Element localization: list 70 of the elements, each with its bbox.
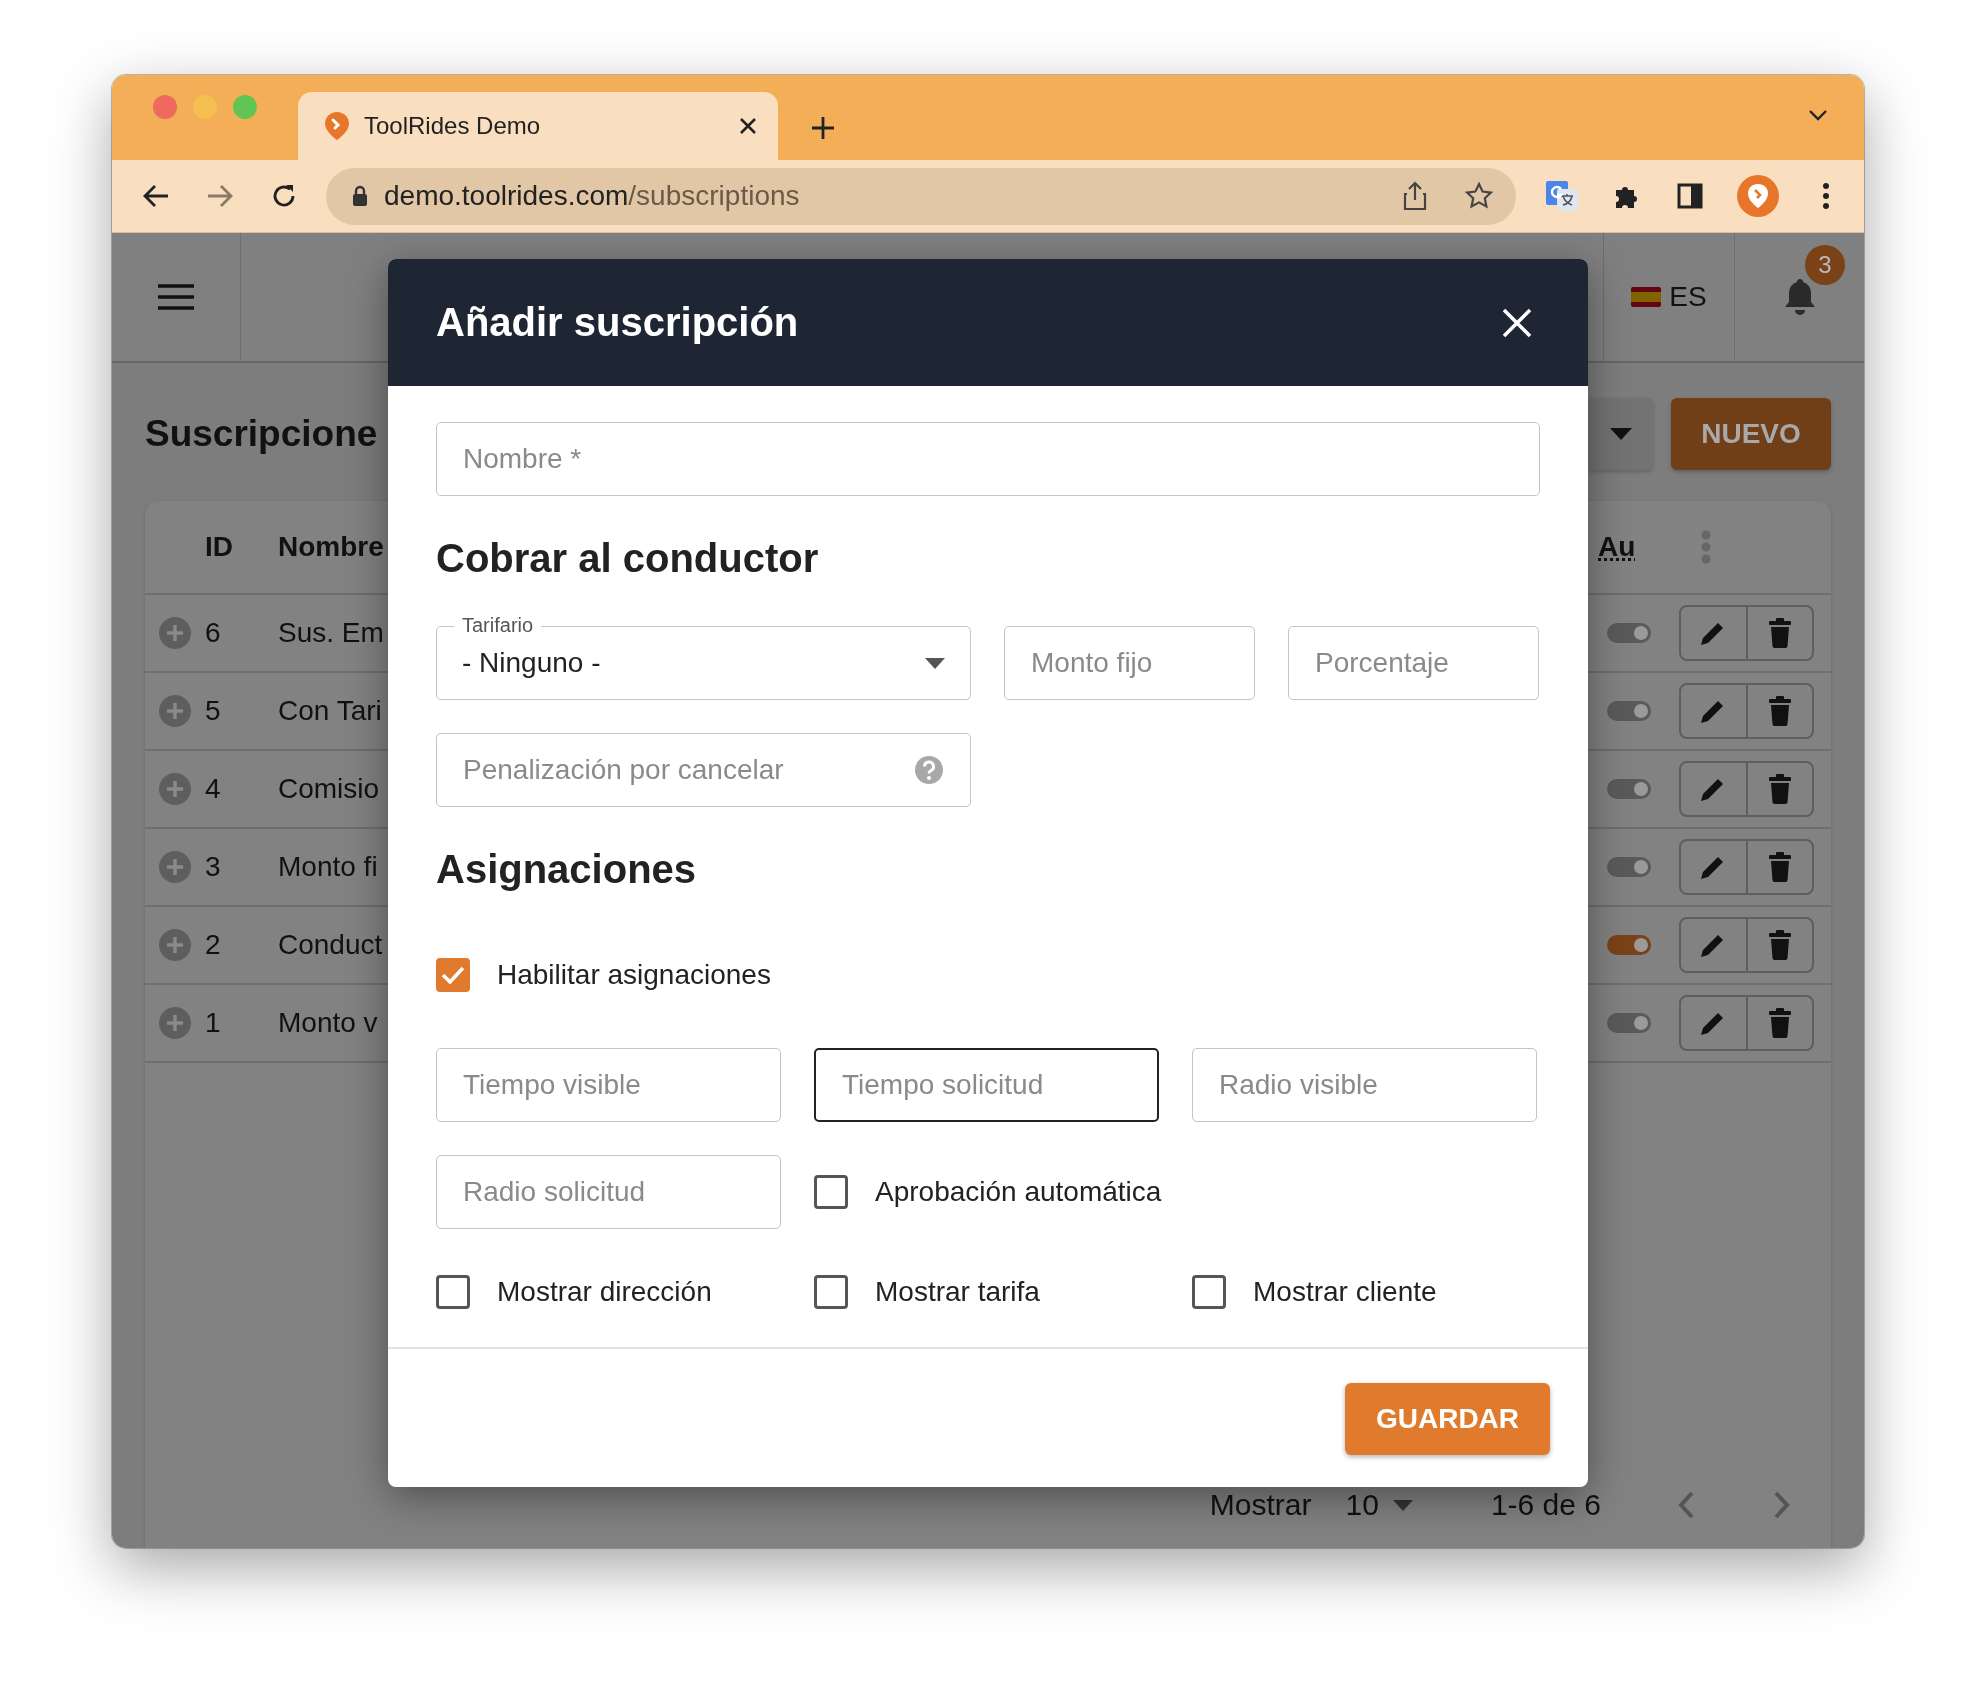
column-header: Nombre [278,531,384,563]
trash-icon [1767,930,1792,960]
trash-icon [1767,774,1792,804]
table-cell-text: 1 [205,1007,222,1039]
column-header: ID [205,531,234,563]
save-button[interactable]: GUARDAR [1345,1383,1550,1455]
checkbox-label: Aprobación automática [875,1176,1162,1208]
column-header: Au [1598,531,1636,563]
table-cell-text: 5 [205,695,222,727]
select-field[interactable]: Tarifario - Ninguno - [436,613,971,700]
caret-icon [1610,428,1632,440]
notification-count-badge: 3 [1805,245,1845,285]
lock-icon [352,185,368,207]
page-title: Suscripcione [145,413,378,455]
checkbox-label: Mostrar tarifa [875,1276,1040,1308]
close-icon[interactable] [1502,307,1532,338]
checkbox[interactable] [814,1275,848,1309]
menu-icon[interactable] [158,284,194,310]
table-cell-text: 3 [205,851,222,883]
input-field[interactable]: Nombre * [436,422,1540,496]
table-cell: Sus. Em [278,617,384,649]
page-range-text: 1-6 de 6 [1490,1488,1601,1522]
checkbox-label: Mostrar dirección [497,1276,712,1308]
checkbox[interactable] [436,1275,470,1309]
trash-icon [1767,618,1792,648]
table-cell: Monto fi [278,851,378,883]
trash-icon [1767,852,1792,882]
section-heading: Asignaciones [436,846,698,893]
input-field[interactable]: Tiempo solicitud [814,1048,1159,1122]
caret-icon [925,657,945,669]
section-heading: Cobrar al conductor [436,535,820,582]
input-field[interactable]: Tiempo visible [436,1048,781,1122]
checkbox-label: Habilitar asignaciones [497,959,771,991]
input-field[interactable]: Porcentaje [1288,626,1539,700]
input-field[interactable]: Monto fijo [1004,626,1255,700]
star-icon[interactable] [1464,181,1494,211]
rows-per-page-select[interactable]: 10 [1345,1488,1413,1522]
flag-icon [1631,287,1662,307]
close-tab-icon[interactable] [738,116,758,136]
share-icon[interactable] [1402,181,1428,211]
rows-per-page-label: Mostrar [1209,1488,1312,1522]
input-field[interactable]: Radio solicitud [436,1155,781,1229]
language-selector[interactable]: ES [1603,233,1734,361]
browser-tab[interactable]: ToolRides Demo [298,92,778,160]
checkbox[interactable] [1192,1275,1226,1309]
input-field[interactable]: Penalización por cancelar [436,733,971,807]
dialog-title: Añadir suscripción [436,300,799,345]
table-cell: Con Tari [278,695,382,727]
table-cell-text: 6 [205,617,222,649]
table-cell: Conduct [278,929,383,961]
tab-list-chevron-icon[interactable] [1808,109,1828,121]
trash-icon [1767,1008,1792,1038]
table-cell: Comisio [278,773,380,805]
trash-icon [1767,696,1792,726]
dropdown-button[interactable] [1589,398,1653,470]
checkbox[interactable] [814,1175,848,1209]
pin-logo-icon [324,111,350,141]
tab-title: ToolRides Demo [364,112,542,140]
profile-avatar-icon[interactable] [1736,174,1780,218]
table-cell-text: 4 [205,773,222,805]
new-tab-icon[interactable] [810,114,836,141]
checkbox-label: Mostrar cliente [1253,1276,1437,1308]
toggle-switch[interactable] [1607,935,1651,955]
translate-icon[interactable] [1544,180,1580,212]
new-button[interactable]: NUEVO [1671,398,1831,470]
input-field[interactable]: Radio visible [1192,1048,1537,1122]
checkbox[interactable] [436,958,470,992]
table-cell: Monto v [278,1007,378,1039]
table-cell-text: 2 [205,929,222,961]
caret-icon [1392,1499,1413,1511]
